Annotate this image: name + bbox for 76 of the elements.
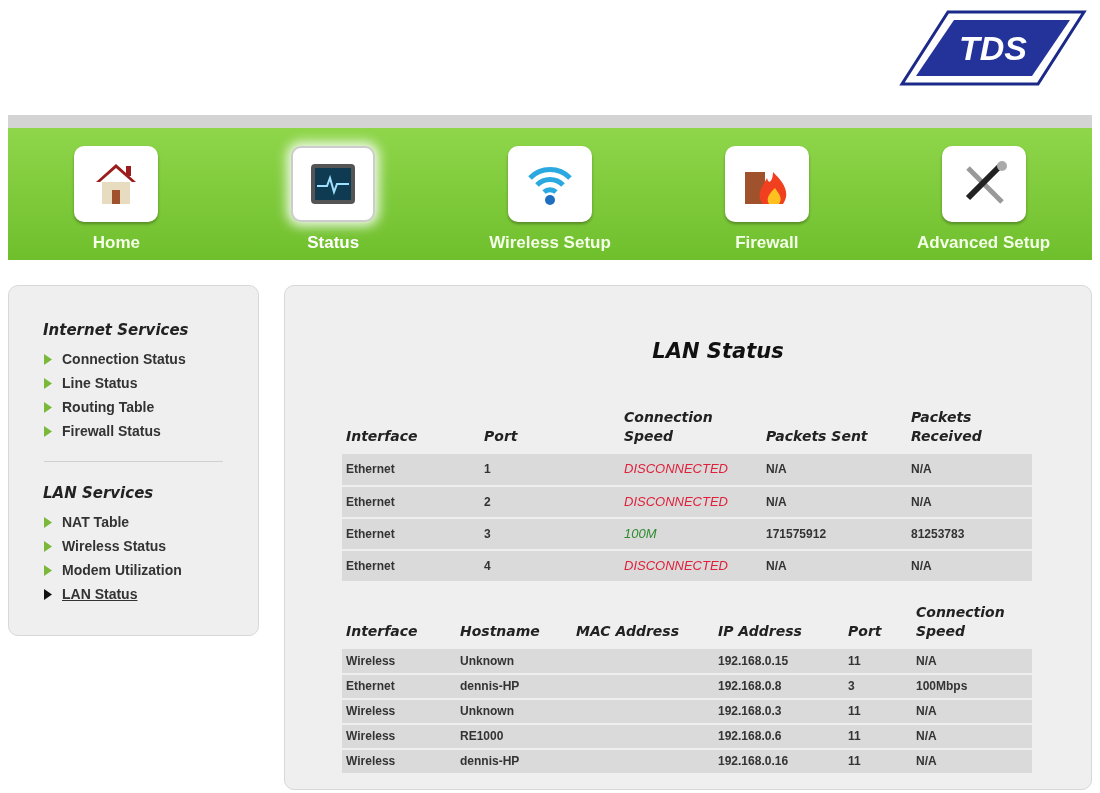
sidebar-link[interactable]: Modem Utilization [44, 558, 223, 582]
arrow-icon [44, 426, 52, 437]
table-cell: Ethernet [342, 549, 480, 582]
section-title: Internet Services [43, 320, 190, 341]
table-cell: N/A [912, 723, 1032, 749]
sidebar-link[interactable]: Firewall Status [44, 419, 223, 444]
arrow-icon [44, 540, 52, 552]
table-cell: 192.168.0.6 [714, 723, 844, 749]
table-cell: N/A [912, 648, 1032, 674]
table-cell: 192.168.0.15 [714, 648, 844, 674]
table-cell: 2 [480, 485, 620, 518]
table-cell: 11 [844, 723, 912, 749]
table-cell: Ethernet [342, 453, 480, 486]
column-header: Connection Speed [620, 407, 762, 454]
table-cell: Unknown [456, 698, 572, 724]
table-cell: Wireless [342, 698, 456, 724]
column-header: Connection Speed [915, 602, 1006, 641]
sidebar-link[interactable]: Connection Status [44, 347, 223, 372]
table-cell: 1 [480, 453, 620, 486]
table-cell: 4 [480, 549, 620, 582]
table-cell: N/A [907, 549, 1032, 582]
table-cell: 100M [620, 517, 762, 550]
table-cell: N/A [762, 485, 907, 518]
column-header: Packets Sent [762, 407, 907, 454]
logo: TDS [898, 8, 1088, 88]
table-cell: Ethernet [342, 673, 456, 699]
table-cell: DISCONNECTED [620, 453, 762, 486]
table-cell: N/A [907, 453, 1032, 486]
sidebar-link[interactable]: LAN Status [44, 582, 223, 606]
table-cell: Ethernet [342, 517, 480, 550]
table-cell: DISCONNECTED [620, 485, 762, 518]
table-cell: 192.168.0.3 [714, 698, 844, 724]
sidebar-link[interactable]: Routing Table [44, 395, 223, 420]
table-cell: Unknown [456, 648, 572, 674]
column-header: Hostname [459, 621, 541, 641]
column-header: Interface [342, 407, 480, 454]
table-cell: Ethernet [342, 485, 480, 518]
table-cell: dennis-HP [456, 748, 572, 774]
arrow-icon [44, 516, 52, 528]
table-cell: 11 [844, 698, 912, 724]
arrow-icon [44, 354, 52, 365]
arrow-icon [44, 402, 52, 413]
table-cell: Wireless [342, 748, 456, 774]
table-cell: N/A [912, 698, 1032, 724]
table-cell: 11 [844, 648, 912, 674]
column-header: MAC Address [575, 621, 680, 641]
table-cell: 171575912 [762, 517, 907, 550]
table-cell: 81253783 [907, 517, 1032, 550]
arrow-icon [44, 378, 52, 389]
arrow-icon [44, 564, 52, 576]
table-cell: N/A [912, 748, 1032, 774]
table-cell: N/A [907, 485, 1032, 518]
column-header: Interface [345, 621, 419, 641]
column-header: Port [847, 621, 883, 641]
table-cell: N/A [762, 549, 907, 582]
table-cell: Wireless [342, 648, 456, 674]
column-header: Port [480, 407, 620, 454]
column-header: Packets Received [907, 407, 1032, 454]
arrow-icon [44, 588, 52, 600]
table-cell: 3 [844, 673, 912, 699]
table-cell: 192.168.0.8 [714, 673, 844, 699]
table-cell: RE1000 [456, 723, 572, 749]
page-title: LAN Status [651, 338, 785, 365]
sidebar-link[interactable]: Wireless Status [44, 534, 223, 558]
table-cell: Wireless [342, 723, 456, 749]
column-header: IP Address [717, 621, 803, 641]
table-cell: DISCONNECTED [620, 549, 762, 582]
table-cell: 3 [480, 517, 620, 550]
table-cell: 100Mbps [912, 673, 1032, 699]
sidebar-link[interactable]: NAT Table [44, 510, 223, 534]
sidebar-link[interactable]: Line Status [44, 371, 223, 396]
table-cell: 11 [844, 748, 912, 774]
table-cell: dennis-HP [456, 673, 572, 699]
table-cell: N/A [762, 453, 907, 486]
section-title: LAN Services [43, 482, 155, 504]
table-cell: 192.168.0.16 [714, 748, 844, 774]
